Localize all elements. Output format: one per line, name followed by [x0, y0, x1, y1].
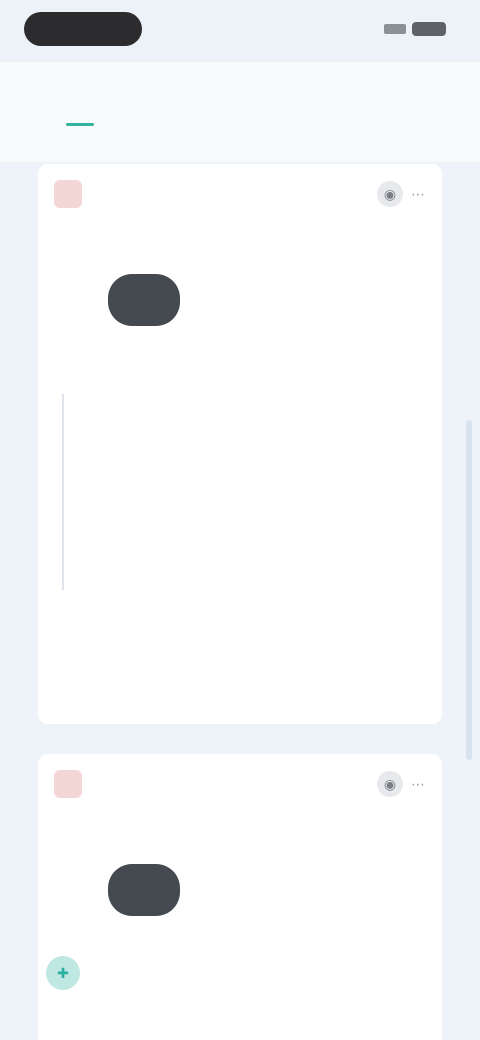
battery-icon: [412, 22, 446, 36]
card-header: ◉ ⋯: [54, 768, 426, 800]
card-header: ◉ ⋯: [54, 178, 426, 210]
status-badge: [54, 180, 82, 208]
status-bar: [0, 0, 480, 62]
tab-bar: [0, 62, 480, 162]
status-icons: [384, 22, 446, 36]
card-actions: ◉ ⋯: [377, 181, 426, 207]
card-body: [54, 374, 426, 674]
dynamic-island: [24, 12, 142, 46]
record-card[interactable]: ◉ ⋯: [38, 754, 442, 1040]
more-icon[interactable]: ⋯: [411, 776, 426, 793]
plus-icon[interactable]: ✚: [46, 956, 80, 990]
scrollbar[interactable]: [466, 420, 472, 760]
more-icon[interactable]: ⋯: [411, 186, 426, 203]
person-row: [108, 270, 426, 330]
chat-icon[interactable]: ◉: [377, 181, 403, 207]
status-badge: [54, 770, 82, 798]
timeline-line: [62, 394, 64, 590]
avatar[interactable]: [108, 274, 180, 326]
avatar[interactable]: [108, 864, 180, 916]
card-list[interactable]: ◉ ⋯ ◉ ⋯: [0, 162, 480, 1040]
person-row: [108, 860, 426, 920]
card-actions: ◉ ⋯: [377, 771, 426, 797]
chat-icon[interactable]: ◉: [377, 771, 403, 797]
record-card[interactable]: ◉ ⋯: [38, 164, 442, 724]
signal-icon: [384, 24, 406, 34]
